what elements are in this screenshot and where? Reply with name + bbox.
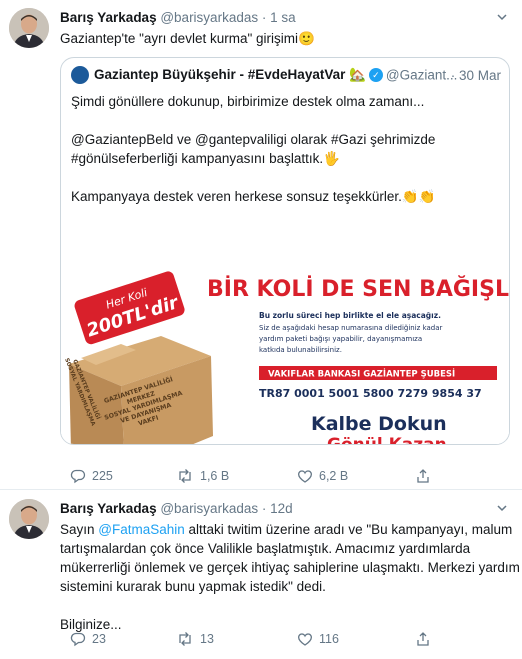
share-icon xyxy=(417,632,429,646)
poster-slogan-1: Kalbe Dokun xyxy=(311,413,447,435)
separator: · xyxy=(261,501,267,516)
quote-avatar xyxy=(71,66,89,84)
chevron-down-icon[interactable] xyxy=(496,11,508,26)
reply-button[interactable]: 23 xyxy=(70,630,106,648)
verified-icon: ✓ xyxy=(368,68,383,82)
text-segment: alttaki twitim üzerine aradı ve "Bu kamp… xyxy=(184,522,513,537)
author-handle[interactable]: @barisyarkadas xyxy=(160,501,258,516)
reply-count: 23 xyxy=(92,632,106,646)
quote-header: Gaziantep Büyükşehir - #EvdeHayatVar 🏡 ✓ @… xyxy=(71,66,501,86)
poster-bank: VAKIFLAR BANKASI GAZİANTEP ŞUBESİ xyxy=(268,369,455,380)
text-line: sistemini kurarak bunu yapmak istedik" d… xyxy=(60,579,326,594)
text-line: tartışmalardan çok önce Valilikle başlat… xyxy=(60,541,471,556)
text-line: mükerrerliği önlemek ve gerçek ihtiyaç s… xyxy=(60,560,520,575)
quote-line: #gönülseferberliği kampanyasını başlattı… xyxy=(71,151,340,166)
tweet[interactable]: Barış Yarkadaş @barisyarkadas · 1 sa Gaz… xyxy=(0,0,522,490)
avatar[interactable] xyxy=(9,499,49,539)
author-handle[interactable]: @barisyarkadas xyxy=(160,10,258,25)
like-icon xyxy=(298,633,312,646)
poster-iban: TR87 0001 5001 5800 7279 9854 37 xyxy=(259,387,482,400)
quote-line: Şimdi gönüllere dokunup, birbirimize des… xyxy=(71,94,425,109)
poster-body-1: Siz de aşağıdaki hesap numarasına diledi… xyxy=(259,324,443,332)
poster-body-2: yardım paketi bağışı yapabilir, dayanışm… xyxy=(259,335,422,343)
quote-author-name: Gaziantep Büyükşehir - #EvdeHayatVar 🏡 xyxy=(94,67,366,82)
quote-line xyxy=(71,168,501,187)
reply-button[interactable]: 225 xyxy=(70,467,113,485)
retweet-count: 1,6 B xyxy=(200,469,230,483)
retweet-count: 13 xyxy=(200,632,214,646)
tweet[interactable]: Barış Yarkadaş @barisyarkadas · 12d Sayı… xyxy=(0,490,522,659)
reply-count: 225 xyxy=(92,469,113,483)
quote-line: @GaziantepBeld ve @gantepvaliligi olarak… xyxy=(71,130,501,149)
retweet-button[interactable]: 1,6 B xyxy=(176,467,229,485)
tweet-actions: 23 13 116 xyxy=(60,630,510,648)
separator: · xyxy=(261,10,267,25)
quote-line xyxy=(71,111,501,130)
like-icon xyxy=(298,470,312,483)
quote-text: Şimdi gönüllere dokunup, birbirimize des… xyxy=(71,92,501,206)
timestamp[interactable]: 1 sa xyxy=(270,10,296,25)
poster-lead: Bu zorlu süreci hep birlikte el ele aşac… xyxy=(259,311,441,320)
mention-link[interactable]: @GaziantepBeld ve @gantepvaliligi olarak… xyxy=(71,132,435,147)
retweet-icon xyxy=(179,632,191,646)
quote-date-text: 30 Mar xyxy=(458,68,501,83)
chevron-down-icon[interactable] xyxy=(496,502,508,517)
quote-author-handle: @Gaziant... xyxy=(385,67,458,83)
share-button[interactable] xyxy=(415,467,431,485)
author-name[interactable]: Barış Yarkadaş xyxy=(60,10,157,25)
poster-headline: BİR KOLİ DE SEN BAĞIŞLA xyxy=(207,276,509,302)
tweet-text: Gaziantep'te "ayrı devlet kurma" girişim… xyxy=(60,31,315,46)
avatar[interactable] xyxy=(9,8,49,48)
reply-icon xyxy=(70,469,86,484)
quote-date: · 30 Mar xyxy=(451,68,501,83)
poster-slogan-2: Gönül Kazan xyxy=(327,435,447,444)
tweet-header: Barış Yarkadaş @barisyarkadas · 12d xyxy=(60,501,293,519)
share-button[interactable] xyxy=(415,630,431,648)
tweet-text: Sayın @FatmaSahin alttaki twitim üzerine… xyxy=(60,520,520,634)
like-count: 116 xyxy=(319,632,339,646)
quote-line: Kampanyaya destek veren herkese sonsuz t… xyxy=(71,189,436,204)
campaign-poster-image[interactable]: GAZİANTEP VALİLİĞİ MERKEZ SOSYAL YARDIML… xyxy=(61,254,509,444)
mention-link[interactable]: @FatmaSahin xyxy=(98,522,185,537)
author-name[interactable]: Barış Yarkadaş xyxy=(60,501,157,516)
tweet-actions: 225 1,6 B 6,2 B xyxy=(60,467,510,485)
retweet-icon xyxy=(179,469,191,483)
tweet-header: Barış Yarkadaş @barisyarkadas · 1 sa xyxy=(60,10,296,28)
poster-body-3: katkıda bulunabilirsiniz. xyxy=(259,346,342,354)
text-line: Sayın @FatmaSahin alttaki twitim üzerine… xyxy=(60,520,515,539)
quote-separator: · xyxy=(450,68,456,83)
like-button[interactable]: 116 xyxy=(297,630,339,648)
text-segment: Sayın xyxy=(60,522,99,537)
like-button[interactable]: 6,2 B xyxy=(297,467,348,485)
like-count: 6,2 B xyxy=(319,469,349,483)
share-icon xyxy=(417,469,429,483)
timestamp[interactable]: 12d xyxy=(270,501,293,516)
retweet-button[interactable]: 13 xyxy=(176,630,214,648)
quoted-tweet[interactable]: Gaziantep Büyükşehir - #EvdeHayatVar 🏡 ✓ @… xyxy=(60,57,510,445)
reply-icon xyxy=(70,632,86,647)
text-line xyxy=(60,596,515,615)
